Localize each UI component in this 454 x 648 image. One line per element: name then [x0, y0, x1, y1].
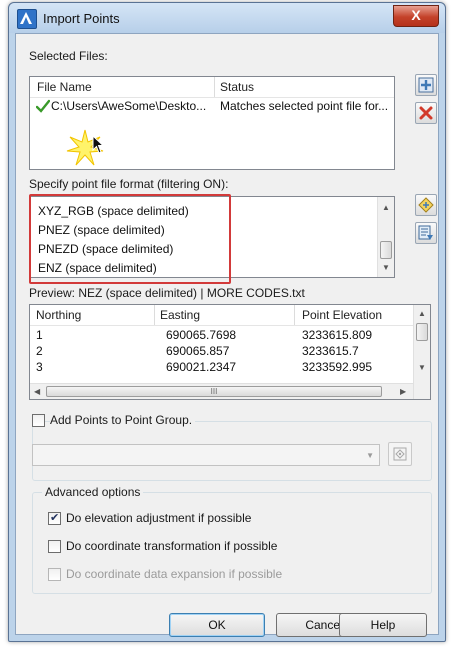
scroll-left-arrow-icon[interactable]: ◀ — [34, 387, 40, 396]
elevation-adjustment-label[interactable]: Do elevation adjustment if possible — [66, 511, 251, 525]
format-scrollbar[interactable]: ▲ ▼ — [377, 197, 394, 277]
northing-cell: 1 — [36, 328, 43, 342]
column-header-file-name[interactable]: File Name — [37, 80, 92, 94]
table-row[interactable]: 3 690021.2347 3233592.995 — [30, 359, 413, 371]
pick-point-group-button[interactable] — [388, 442, 412, 466]
preview-header: Northing Easting Point Elevation — [30, 305, 413, 326]
app-logo-icon — [17, 9, 37, 29]
table-row[interactable]: 2 690065.857 3233615.7 — [30, 343, 413, 359]
edit-format-icon — [418, 197, 434, 213]
file-name-cell: C:\Users\AweSome\Deskto... — [51, 99, 207, 113]
preview-horizontal-scrollbar[interactable]: ◀ III ▶ — [30, 383, 413, 399]
format-label: Specify point file format (filtering ON)… — [29, 177, 229, 191]
chevron-down-icon[interactable]: ▼ — [366, 451, 374, 460]
manage-formats-icon — [418, 225, 433, 240]
scrollbar-thumb[interactable] — [416, 323, 428, 341]
coordinate-transformation-checkbox[interactable] — [48, 540, 61, 553]
add-file-icon — [418, 77, 434, 93]
title-bar[interactable]: Import Points X — [9, 3, 445, 33]
preview-label: Preview: NEZ (space delimited) | MORE CO… — [29, 286, 305, 300]
easting-cell: 690021.2347 — [166, 360, 237, 371]
help-button[interactable]: Help — [339, 613, 427, 637]
column-header-point-elevation[interactable]: Point Elevation — [302, 308, 382, 322]
edit-format-button[interactable] — [415, 194, 437, 216]
pick-point-group-icon — [393, 447, 407, 461]
easting-cell: 690065.857 — [166, 344, 230, 358]
add-to-point-group-checkbox[interactable] — [32, 414, 45, 427]
coordinate-expansion-checkbox — [48, 568, 61, 581]
selected-files-label: Selected Files: — [29, 49, 108, 63]
elevation-adjustment-checkbox[interactable]: ✔ — [48, 512, 61, 525]
import-points-dialog: Import Points X Selected Files: File Nam… — [8, 2, 446, 642]
scroll-right-arrow-icon[interactable]: ▶ — [400, 387, 406, 396]
scrollbar-thumb[interactable]: III — [46, 386, 382, 397]
close-button[interactable]: X — [393, 5, 439, 27]
window-title: Import Points — [43, 11, 120, 26]
elevation-cell: 3233615.809 — [302, 328, 373, 342]
point-group-combo[interactable]: ▼ — [32, 444, 380, 466]
table-row[interactable]: 1 690065.7698 3233615.809 — [30, 327, 413, 343]
elevation-cell: 3233592.995 — [302, 360, 373, 371]
column-divider[interactable] — [214, 77, 215, 97]
northing-cell: 3 — [36, 360, 43, 371]
column-header-easting[interactable]: Easting — [160, 308, 200, 322]
northing-cell: 2 — [36, 344, 43, 358]
scroll-down-arrow-icon[interactable]: ▼ — [418, 363, 426, 372]
mouse-cursor-icon — [92, 135, 105, 154]
remove-file-button[interactable] — [415, 102, 437, 124]
green-check-icon — [36, 99, 50, 113]
column-divider[interactable] — [294, 305, 295, 325]
add-to-point-group-label[interactable]: Add Points to Point Group. — [50, 413, 196, 427]
scroll-up-arrow-icon[interactable]: ▲ — [418, 309, 426, 318]
scroll-down-arrow-icon[interactable]: ▼ — [382, 263, 390, 272]
highlight-annotation — [29, 194, 231, 284]
column-divider[interactable] — [154, 305, 155, 325]
scrollbar-thumb[interactable] — [380, 241, 392, 259]
coordinate-expansion-label: Do coordinate data expansion if possible — [66, 567, 283, 581]
files-header: File Name Status — [30, 77, 394, 98]
column-header-northing[interactable]: Northing — [36, 308, 81, 322]
elevation-cell: 3233615.7 — [302, 344, 359, 358]
ok-button[interactable]: OK — [169, 613, 265, 637]
add-file-button[interactable] — [415, 74, 437, 96]
dialog-body: Selected Files: File Name Status C:\User… — [15, 33, 439, 637]
file-row[interactable]: C:\Users\AweSome\Deskto... Matches selec… — [30, 98, 394, 116]
column-header-status[interactable]: Status — [220, 80, 254, 94]
preview-table[interactable]: Northing Easting Point Elevation 1 69006… — [29, 304, 431, 400]
advanced-options-title: Advanced options — [42, 485, 144, 499]
status-cell: Matches selected point file for... — [220, 99, 389, 113]
selected-files-list[interactable]: File Name Status C:\Users\AweSome\Deskto… — [29, 76, 395, 170]
scroll-up-arrow-icon[interactable]: ▲ — [382, 203, 390, 212]
coordinate-transformation-label[interactable]: Do coordinate transformation if possible — [66, 539, 277, 553]
manage-formats-button[interactable] — [415, 222, 437, 244]
checkmark-icon: ✔ — [50, 512, 60, 524]
easting-cell: 690065.7698 — [166, 328, 237, 342]
remove-file-icon — [419, 106, 433, 120]
preview-vertical-scrollbar[interactable]: ▲ ▼ — [413, 305, 430, 399]
